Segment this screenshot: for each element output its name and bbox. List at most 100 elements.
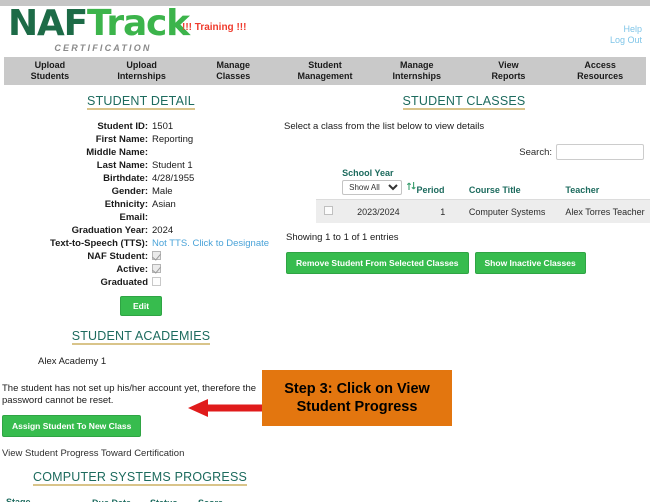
classes-table-body: 2023/2024 1 Computer Systems Alex Torres…	[316, 199, 650, 223]
classes-header-row: School Year Show All Period Course Title…	[316, 168, 650, 200]
detail-row-tts: Text-to-Speech (TTS): Not TTS. Click to …	[0, 237, 282, 250]
detail-label: First Name:	[95, 134, 148, 145]
detail-row-last-name: Last Name: Student 1	[0, 159, 282, 172]
detail-row-birthdate: Birthdate: 4/28/1955	[0, 172, 282, 185]
nav-label-line2: Management	[297, 71, 353, 81]
corner-links: Help Log Out	[610, 24, 642, 46]
nav-item-manage-internships[interactable]: Manage Internships	[371, 60, 463, 82]
nav-item-manage-classes[interactable]: Manage Classes	[187, 60, 279, 82]
callout-line-2: Student Progress	[296, 399, 418, 415]
detail-label-active: Active:	[116, 264, 148, 275]
computer-systems-progress-heading: COMPUTER SYSTEMS PROGRESS	[32, 470, 248, 486]
detail-row-graduation-year: Graduation Year: 2024	[0, 224, 282, 237]
nav-label-line1: View	[498, 60, 519, 70]
help-link[interactable]: Help	[610, 24, 642, 35]
student-detail-list: Student ID: 1501 First Name: Reporting M…	[0, 120, 282, 289]
assign-student-to-new-class-button[interactable]: Assign Student To New Class	[2, 415, 142, 437]
nav-label-line2: Internships	[117, 71, 166, 81]
nav-item-upload-students[interactable]: Upload Students	[4, 60, 96, 82]
annotation-arrow	[188, 398, 264, 418]
nav-item-access-resources[interactable]: Access Resources	[554, 60, 646, 82]
student-detail-heading: STUDENT DETAIL	[87, 94, 195, 110]
table-row[interactable]: 2023/2024 1 Computer Systems Alex Torres…	[316, 199, 650, 223]
detail-row-gender: Gender: Male	[0, 185, 282, 198]
classes-table-head: School Year Show All Period Course Title…	[316, 168, 650, 200]
search-row: Search:	[284, 144, 650, 160]
student-detail-heading-wrap: STUDENT DETAIL	[0, 92, 282, 110]
progress-col-score[interactable]: Score	[194, 495, 234, 502]
row-select-checkbox[interactable]	[323, 206, 333, 215]
remove-student-from-selected-classes-button[interactable]: Remove Student From Selected Classes	[286, 252, 469, 274]
edit-button[interactable]: Edit	[119, 296, 163, 316]
detail-label-graduated: Graduated	[100, 277, 148, 288]
progress-col-due-date[interactable]: Due Date	[88, 495, 146, 502]
classes-cell-period: 1	[416, 199, 469, 223]
nav-label-line1: Manage	[399, 60, 434, 70]
assign-button-wrap: Assign Student To New Class	[0, 415, 282, 437]
detail-value: 2024	[152, 225, 174, 236]
tts-designate-link[interactable]: Not TTS. Click to Designate	[152, 237, 269, 250]
detail-label: Middle Name:	[86, 147, 148, 158]
detail-value: 1501	[152, 121, 174, 132]
detail-value: Male	[152, 186, 173, 197]
progress-heading-wrap: COMPUTER SYSTEMS PROGRESS	[0, 468, 280, 486]
annotation-callout: Step 3: Click on View Student Progress	[262, 370, 452, 426]
detail-label-tts: Text-to-Speech (TTS):	[50, 238, 148, 249]
search-label: Search:	[519, 146, 552, 158]
naf-student-checkbox[interactable]	[152, 251, 161, 260]
classes-cell-select	[316, 199, 341, 223]
academy-name: Alex Academy 1	[38, 356, 107, 367]
detail-value-naf	[152, 250, 161, 263]
nav-label-line1: Student	[308, 60, 342, 70]
school-year-select[interactable]: Show All	[342, 180, 403, 195]
detail-value: Asian	[152, 199, 176, 210]
active-checkbox[interactable]	[152, 264, 161, 273]
progress-table-head: Stage Due Date Status Score	[2, 495, 234, 502]
view-student-progress-link[interactable]: View Student Progress Toward Certificati…	[0, 448, 282, 459]
detail-row-email: Email:	[0, 211, 282, 224]
detail-value: Student 1	[152, 160, 193, 171]
select-class-note: Select a class from the list below to vi…	[284, 121, 485, 132]
progress-table: Stage Due Date Status Score End-of-Cours…	[2, 495, 234, 502]
classes-col-course-title[interactable]: Course Title	[468, 168, 566, 200]
nav-item-view-reports[interactable]: View Reports	[463, 60, 555, 82]
detail-label: Student ID:	[97, 121, 148, 132]
search-input[interactable]	[556, 144, 644, 160]
detail-value: 4/28/1955	[152, 173, 195, 184]
sort-icon[interactable]	[406, 181, 416, 191]
left-column: STUDENT DETAIL Student ID: 1501 First Na…	[0, 92, 282, 502]
detail-label: Birthdate:	[103, 173, 148, 184]
detail-label: Graduation Year:	[71, 225, 148, 236]
detail-label: Gender:	[111, 186, 148, 197]
classes-col-select	[316, 168, 341, 200]
progress-header-row: Stage Due Date Status Score	[2, 495, 234, 502]
detail-value-active	[152, 263, 161, 276]
classes-cell-course-title: Computer Systems	[468, 199, 566, 223]
logout-link[interactable]: Log Out	[610, 35, 642, 46]
classes-col-teacher[interactable]: Teacher	[565, 168, 650, 200]
detail-row-first-name: First Name: Reporting	[0, 133, 282, 146]
nav-label-line1: Upload	[34, 60, 66, 70]
nav-label-line2: Internships	[392, 71, 441, 81]
show-inactive-classes-button[interactable]: Show Inactive Classes	[474, 252, 586, 274]
detail-value: Reporting	[152, 134, 194, 145]
classes-col-period[interactable]: Period	[416, 168, 469, 200]
graduated-checkbox[interactable]	[152, 277, 161, 286]
main-navbar: Upload Students Upload Internships Manag…	[4, 57, 646, 85]
nav-item-student-management[interactable]: Student Management	[279, 60, 371, 82]
callout-text: Step 3: Click on View Student Progress	[284, 380, 430, 416]
classes-col-school-year: School Year Show All	[340, 168, 417, 200]
nav-label-line2: Reports	[491, 71, 526, 81]
callout-line-1: Step 3: Click on View	[284, 381, 430, 397]
detail-row-active: Active:	[0, 263, 282, 276]
progress-col-status[interactable]: Status	[146, 495, 194, 502]
detail-label: Ethnicity:	[104, 199, 148, 210]
progress-col-stage[interactable]: Stage	[2, 495, 88, 502]
nav-label-line1: Manage	[216, 60, 251, 70]
detail-label-naf: NAF Student:	[87, 251, 148, 262]
student-classes-heading: STUDENT CLASSES	[402, 94, 526, 110]
detail-row-naf-student: NAF Student:	[0, 250, 282, 263]
classes-button-row: Remove Student From Selected Classes Sho…	[284, 252, 650, 274]
right-column: STUDENT CLASSES Select a class from the …	[284, 92, 650, 274]
nav-item-upload-internships[interactable]: Upload Internships	[96, 60, 188, 82]
